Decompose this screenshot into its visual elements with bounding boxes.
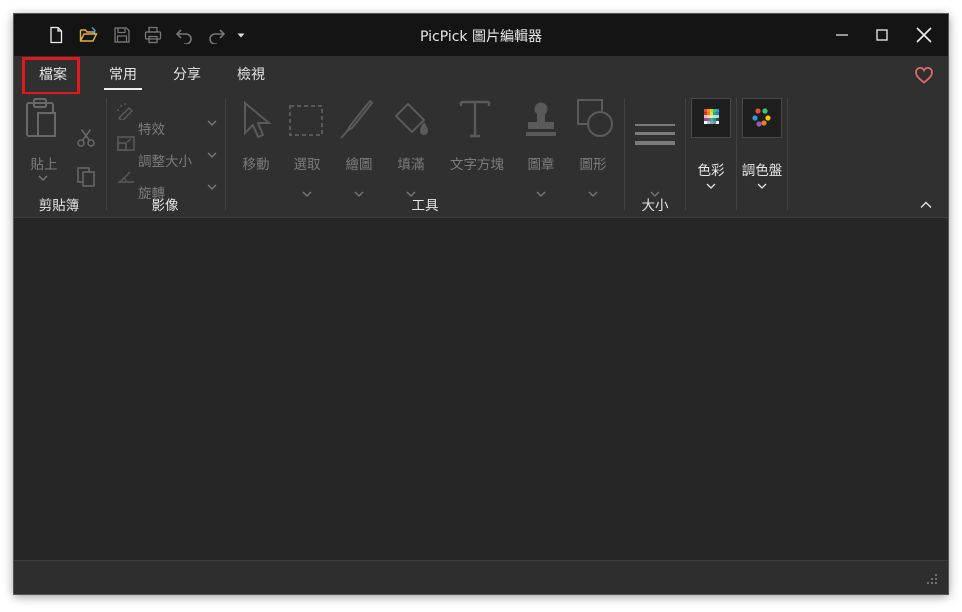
rotate-chevron-icon[interactable] [207, 183, 217, 191]
effects-label[interactable]: 特效 [138, 118, 165, 138]
minimize-button[interactable] [820, 14, 864, 56]
collapse-ribbon-icon[interactable] [920, 200, 932, 210]
file-tab-highlight [22, 57, 80, 95]
shape-tool-label[interactable]: 圖形 [572, 153, 614, 173]
color-grid-icon [704, 109, 719, 124]
color-chevron-icon[interactable] [706, 182, 716, 190]
group-separator [225, 98, 226, 210]
maximize-button[interactable] [860, 14, 904, 56]
stamp-tool-icon[interactable] [524, 100, 558, 140]
size-group-label: 大小 [641, 198, 669, 214]
draw-tool-icon[interactable] [340, 100, 376, 140]
draw-tool-label[interactable]: 繪圖 [338, 153, 380, 173]
paste-icon[interactable] [24, 98, 60, 144]
workspace [14, 218, 948, 560]
text-tool-label[interactable]: 文字方塊 [442, 153, 512, 173]
group-separator [685, 98, 686, 210]
heart-icon[interactable] [914, 66, 934, 84]
paste-chevron-icon[interactable] [38, 174, 48, 182]
rotate-icon[interactable] [116, 166, 136, 184]
copy-icon[interactable] [76, 166, 96, 188]
clipboard-group-label: 剪貼簿 [38, 198, 80, 214]
resize-label[interactable]: 調整大小 [138, 150, 192, 170]
title-bar: PicPick 圖片編輯器 [14, 14, 948, 56]
status-bar [14, 560, 948, 594]
image-group-label: 影像 [151, 198, 179, 214]
resize-grip-icon[interactable] [926, 573, 938, 585]
group-separator [736, 98, 737, 210]
select-chevron-icon[interactable] [302, 190, 312, 198]
paste-label[interactable]: 貼上 [22, 153, 66, 173]
group-separator [787, 98, 788, 210]
shape-tool-icon[interactable] [576, 98, 616, 140]
ribbon-panel: 貼上 剪貼簿 特效 調整大小 旋轉 影像 移動 選取 繪圖 填滿 文字方塊 圖章… [14, 94, 948, 218]
tab-home[interactable]: 常用 [104, 56, 142, 94]
palette-label[interactable]: 調色盤 [736, 159, 788, 179]
tab-view[interactable]: 檢視 [232, 56, 270, 94]
resize-chevron-icon[interactable] [207, 151, 217, 159]
color-swatch-button[interactable] [691, 98, 731, 138]
picpick-window: PicPick 圖片編輯器 檔案 常用 分享 檢視 貼上 剪貼簿 特效 調整大小… [14, 14, 948, 594]
palette-button[interactable] [742, 98, 782, 138]
draw-chevron-icon[interactable] [354, 190, 364, 198]
fill-tool-icon[interactable] [392, 100, 432, 140]
effects-chevron-icon[interactable] [207, 119, 217, 127]
cut-icon[interactable] [76, 128, 96, 148]
text-tool-icon[interactable] [458, 96, 492, 140]
shape-chevron-icon[interactable] [588, 190, 598, 198]
tools-group-label: 工具 [411, 198, 439, 214]
tab-share[interactable]: 分享 [168, 56, 206, 94]
group-separator [624, 98, 625, 210]
color-label[interactable]: 色彩 [688, 159, 734, 179]
fill-tool-label[interactable]: 填滿 [390, 153, 432, 173]
effects-icon[interactable] [116, 102, 136, 120]
palette-icon [752, 108, 771, 127]
move-tool-label[interactable]: 移動 [235, 153, 277, 173]
window-title: PicPick 圖片編輯器 [419, 29, 542, 45]
move-tool-icon[interactable] [240, 100, 274, 142]
resize-icon[interactable] [116, 134, 136, 152]
select-tool-label[interactable]: 選取 [286, 153, 328, 173]
group-separator [106, 98, 107, 210]
ribbon-tabs: 檔案 常用 分享 檢視 [14, 56, 948, 94]
stamp-tool-label[interactable]: 圖章 [520, 153, 562, 173]
line-width-icon[interactable] [634, 122, 676, 154]
stamp-chevron-icon[interactable] [536, 190, 546, 198]
palette-chevron-icon[interactable] [757, 182, 767, 190]
close-button[interactable] [902, 14, 946, 56]
select-tool-icon[interactable] [288, 104, 324, 138]
